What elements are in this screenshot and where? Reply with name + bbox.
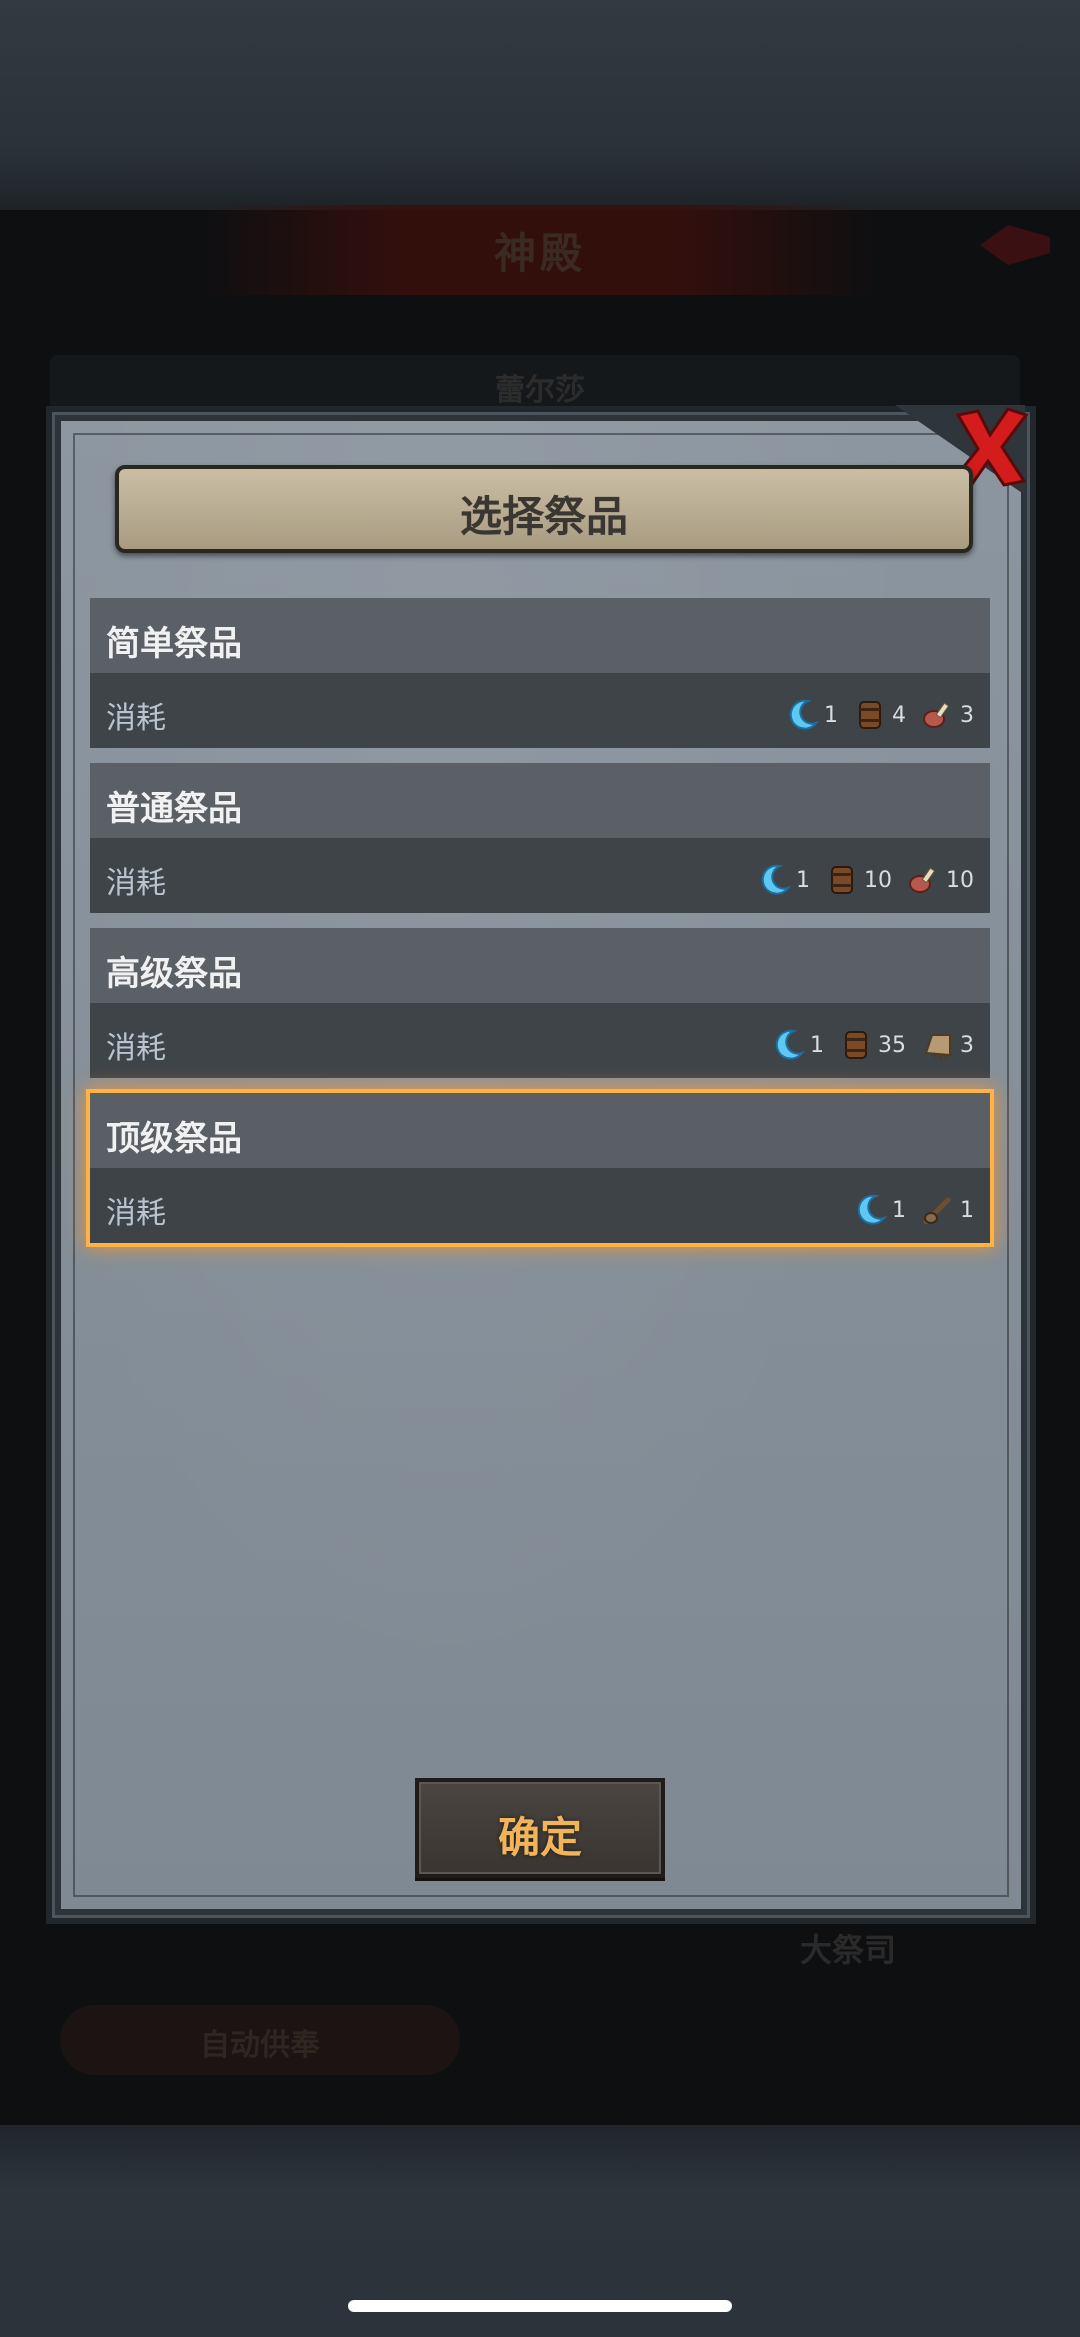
moon-crystal-icon [761, 864, 791, 895]
cost-amount: 3 [960, 702, 974, 728]
moon-crystal-icon [789, 699, 819, 730]
cost-item: 1 [852, 1192, 906, 1228]
cost-amount: 1 [960, 1197, 974, 1223]
confirm-label: 确定 [497, 1813, 582, 1862]
option-cost-label: 消耗 [106, 1196, 166, 1231]
moon-crystal-icon [857, 1194, 887, 1225]
cost-amount: 1 [796, 867, 810, 893]
fur-paw-icon [924, 1034, 951, 1060]
background-auto-label: 自动供奉 [200, 2028, 320, 2063]
offering-option-advanced[interactable]: 高级祭品 消耗 1 35 3 [90, 928, 990, 1078]
option-costs: 1 1 [852, 1188, 974, 1232]
wood-barrel-icon [831, 866, 853, 894]
offering-option-top[interactable]: 顶级祭品 消耗 1 1 [86, 1089, 994, 1247]
cost-amount: 10 [864, 867, 892, 893]
dialog-title-banner: 选择祭品 [115, 465, 973, 553]
offering-options-list: 简单祭品 消耗 1 4 3 普通祭品 消耗 1 10 10 高级祭品 消耗 1 … [86, 598, 994, 1258]
cost-item: 35 [838, 1027, 906, 1063]
cost-item: 10 [824, 862, 892, 898]
background-priest-label: 大祭司 [800, 1931, 897, 1969]
wood-barrel-icon [859, 701, 881, 729]
cost-amount: 1 [892, 1197, 906, 1223]
home-indicator[interactable] [348, 2300, 732, 2312]
confirm-button[interactable]: 确定 [415, 1778, 665, 1878]
top-background-band [0, 0, 1080, 210]
cost-amount: 1 [810, 1032, 824, 1058]
cost-item: 1 [770, 1027, 824, 1063]
cost-amount: 10 [946, 867, 974, 893]
option-name: 高级祭品 [106, 954, 242, 994]
cost-amount: 35 [878, 1032, 906, 1058]
option-cost-label: 消耗 [106, 701, 166, 736]
cost-amount: 1 [824, 702, 838, 728]
cost-item: 1 [756, 862, 810, 898]
moon-crystal-icon [775, 1029, 805, 1060]
offering-option-simple[interactable]: 简单祭品 消耗 1 4 3 [90, 598, 990, 748]
cost-item: 1 [920, 1192, 974, 1228]
bone-club-icon [923, 1197, 951, 1225]
cost-item: 10 [906, 862, 974, 898]
option-costs: 1 35 3 [770, 1023, 974, 1067]
offering-option-normal[interactable]: 普通祭品 消耗 1 10 10 [90, 763, 990, 913]
wood-barrel-icon [845, 1031, 867, 1059]
option-cost-label: 消耗 [106, 1031, 166, 1066]
option-name: 简单祭品 [106, 624, 242, 664]
option-costs: 1 10 10 [756, 858, 974, 902]
cost-amount: 4 [892, 702, 906, 728]
meat-leg-icon [923, 702, 950, 728]
cost-item: 3 [920, 1027, 974, 1063]
option-name: 普通祭品 [106, 789, 242, 829]
option-cost-label: 消耗 [106, 866, 166, 901]
cost-item: 4 [852, 697, 906, 733]
background-title: 神殿 [493, 229, 586, 278]
option-name: 顶级祭品 [106, 1119, 242, 1159]
option-costs: 1 4 3 [784, 693, 974, 737]
dialog-title: 选择祭品 [459, 492, 628, 541]
cost-item: 1 [784, 697, 838, 733]
cost-amount: 3 [960, 1032, 974, 1058]
meat-leg-icon [909, 867, 936, 893]
background-character-name: 蕾尔莎 [495, 373, 585, 408]
cost-item: 3 [920, 697, 974, 733]
